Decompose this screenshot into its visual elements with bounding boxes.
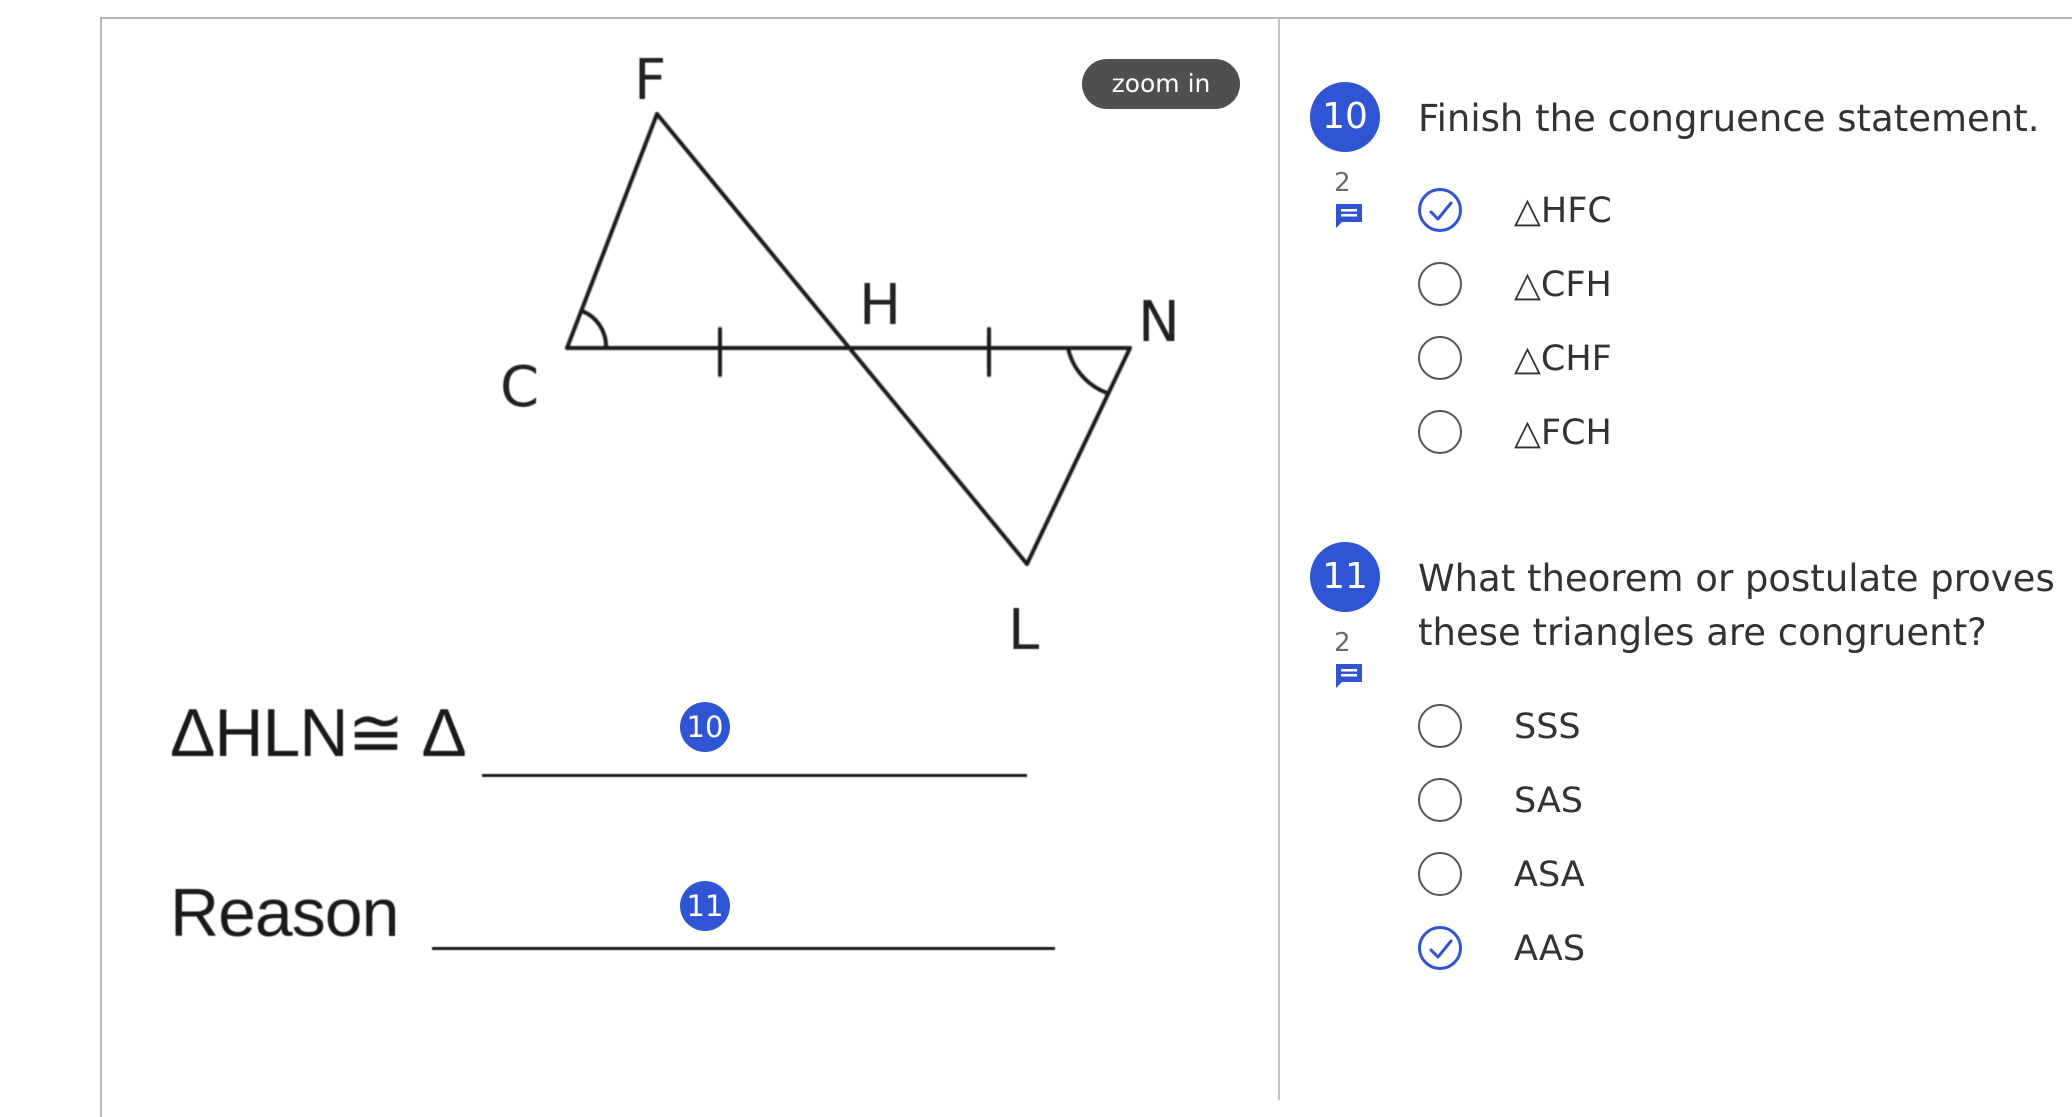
question-11: 11 2 What theorem or postulate proves th… (1310, 542, 2060, 992)
choice-option[interactable]: SAS (1418, 778, 2018, 830)
checkmark-icon (1429, 201, 1453, 221)
question-text: Finish the congruence statement. (1418, 97, 2040, 140)
segment-nl (1025, 346, 1132, 566)
attempts-count: 2 (1334, 628, 1351, 658)
point-label-l: L (1008, 598, 1039, 663)
angle-arc-c (580, 309, 609, 350)
radio-button[interactable] (1418, 410, 1462, 454)
comment-icon[interactable] (1334, 662, 1364, 690)
radio-button-checked[interactable] (1418, 188, 1462, 232)
question-marker-10[interactable]: 10 (680, 702, 730, 752)
radio-button[interactable] (1418, 336, 1462, 380)
choice-label: △FCH (1514, 413, 1612, 453)
zoom-in-button[interactable]: zoom in (1082, 59, 1240, 109)
comment-icon[interactable] (1334, 202, 1364, 230)
choice-label: △CHF (1514, 339, 1612, 379)
radio-button[interactable] (1418, 778, 1462, 822)
choice-option[interactable]: △HFC (1418, 188, 2018, 240)
question-number-badge: 10 (1310, 82, 1380, 152)
point-label-f: F (634, 48, 666, 113)
choice-label: AAS (1514, 929, 1586, 969)
congruence-blank-line (482, 774, 1027, 777)
point-label-c: C (500, 355, 539, 420)
radio-button[interactable] (1418, 852, 1462, 896)
segment-fl (655, 112, 1029, 566)
congruence-statement-text: ΔHLN≅ Δ (170, 695, 467, 771)
reason-text: Reason (170, 875, 399, 951)
triangle-diagram: F C H N L (500, 48, 1180, 663)
figure-panel: F C H N L zoom in ΔHLN≅ Δ 10 Reason 11 (102, 19, 1278, 1100)
question-10: 10 2 Finish the congruence statement. △H… (1310, 82, 2060, 482)
radio-button-checked[interactable] (1418, 926, 1462, 970)
choice-option[interactable]: △FCH (1418, 410, 2018, 462)
radio-button[interactable] (1418, 704, 1462, 748)
attempts-count: 2 (1334, 168, 1351, 198)
choice-option[interactable]: △CHF (1418, 336, 2018, 388)
panel-divider (1278, 17, 1280, 1100)
choice-option[interactable]: AAS (1418, 926, 2018, 978)
segment-cf (565, 112, 659, 350)
choice-label: △HFC (1514, 191, 1612, 231)
angle-arc-n (1066, 346, 1109, 395)
checkmark-icon (1429, 939, 1453, 959)
radio-button[interactable] (1418, 262, 1462, 306)
question-text: What theorem or postulate proves these t… (1418, 557, 2055, 654)
choice-option[interactable]: ASA (1418, 852, 2018, 904)
question-number-badge: 11 (1310, 542, 1380, 612)
choice-label: ASA (1514, 855, 1585, 895)
point-label-h: H (859, 273, 901, 338)
choice-label: SAS (1514, 781, 1584, 821)
question-marker-11[interactable]: 11 (680, 881, 730, 931)
choice-label: △CFH (1514, 265, 1612, 305)
choice-option[interactable]: SSS (1418, 704, 2018, 756)
choice-option[interactable]: △CFH (1418, 262, 2018, 314)
reason-blank-line (432, 947, 1055, 950)
choice-label: SSS (1514, 707, 1581, 747)
point-label-n: N (1138, 290, 1180, 355)
